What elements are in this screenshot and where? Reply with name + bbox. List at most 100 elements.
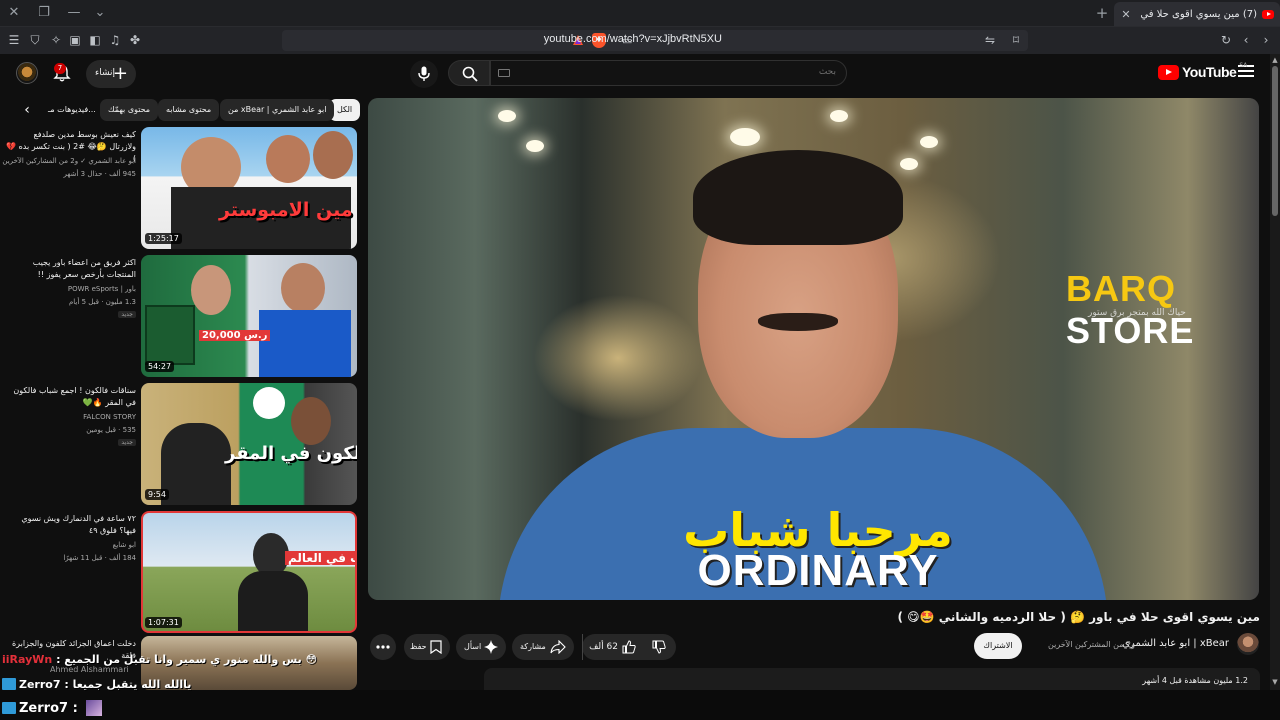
url-text: youtube.com/watch?v=xJjbvRtN5XU	[543, 33, 722, 45]
search-button[interactable]	[448, 60, 490, 86]
puzzle-icon[interactable]: ✤	[127, 32, 143, 48]
channel-avatar[interactable]	[1237, 633, 1259, 655]
thumb-face	[266, 135, 310, 183]
related-video-item[interactable]: ر.س 20,000 54:27 اكثر فريق من اعضاء باور…	[0, 255, 360, 377]
scroll-up-arrow-icon[interactable]: ▲	[1270, 56, 1280, 64]
forward-icon[interactable]: ›	[1258, 32, 1274, 48]
share-button[interactable]: مشاركة	[512, 634, 574, 660]
shirt-print-text: ORDINARY	[697, 546, 939, 595]
chip-similar[interactable]: محتوى مشابه	[158, 99, 220, 121]
search-input[interactable]: بحث	[490, 60, 847, 86]
close-tab-icon[interactable]: ✕	[1120, 8, 1132, 21]
thumb-shirt	[259, 310, 351, 377]
logo-wordmark: YouTube	[1182, 64, 1237, 80]
related-video-channel[interactable]: ابو شايع	[113, 541, 136, 549]
video-thumbnail[interactable]: فالكون في المقر	[141, 383, 357, 505]
scroll-down-arrow-icon[interactable]: ▼	[1270, 678, 1280, 686]
video-thumbnail[interactable]: أسعد شعب في العالم	[141, 511, 357, 633]
new-tab-button[interactable]: +	[1094, 4, 1110, 22]
bookmark-icon[interactable]: ⌑	[1008, 32, 1024, 48]
related-video-title[interactable]: ٧٢ ساعة في الدنمارك ويش نسوي فيها؟ فلوق …	[6, 513, 136, 537]
video-duration: 9:54	[145, 489, 169, 500]
sparkle-icon	[484, 640, 498, 654]
extensions-icon[interactable]: ✧	[48, 32, 64, 48]
plus-icon: +	[112, 63, 128, 84]
microphone-icon	[418, 66, 430, 81]
related-video-item[interactable]: أسعد شعب في العالم 1:07:31 ٧٢ ساعة في ال…	[0, 511, 360, 633]
tune-icon[interactable]: ⇋	[982, 32, 998, 48]
share-arrow-icon	[550, 640, 566, 654]
scrollbar-thumb[interactable]	[1272, 66, 1278, 216]
thumb-title-text: مين الامبوستر	[219, 199, 353, 221]
thumb-person	[238, 571, 308, 631]
new-badge: جديد	[118, 439, 136, 446]
browser-tab-active[interactable]: (7) مين يسوي اقوى حلا في باور 🤔 ✕	[1114, 2, 1280, 26]
youtube-header: YouTube SA بحث + إنشاء 7	[0, 54, 1270, 94]
thumb-price-tag: ر.س 20,000	[199, 330, 271, 341]
close-window-icon[interactable]: ✕	[4, 4, 24, 22]
thumbs-up-icon	[622, 640, 636, 654]
thumb-title-text: فالكون في المقر	[225, 443, 357, 464]
youtube-play-icon	[1158, 64, 1179, 80]
address-bar[interactable]: ♦ ▭ youtube.com/watch?v=xJjbvRtN5XU ⇋ ⌑	[282, 30, 1028, 51]
related-video-item[interactable]: مين الامبوستر 1:25:17 كيف نعيش بوسط مدين…	[0, 127, 360, 249]
like-dislike-group: 62 ألف	[582, 634, 676, 660]
view-count-date: 1.2 مليون مشاهدة قبل 4 أشهر	[1142, 676, 1248, 685]
back-icon[interactable]: ‹	[1238, 32, 1254, 48]
stream-chat-overlay: iiRayWn : بس والله منور ي سمير وانا تقبل…	[0, 650, 484, 720]
chip-more[interactable]: فيديوهات مـ...	[40, 99, 96, 121]
youtube-logo[interactable]: YouTube SA	[1158, 62, 1248, 80]
subscribe-button[interactable]: الاشتراك	[974, 633, 1022, 659]
video-thumbnail[interactable]: ر.س 20,000	[141, 255, 357, 377]
video-duration: 1:07:31	[145, 617, 182, 628]
verified-badge-icon	[2, 678, 16, 690]
chip-from-channel[interactable]: من xBear | ابو عابد الشمري	[220, 99, 335, 121]
ceiling-light	[498, 110, 516, 122]
chat-username: Zerro7	[19, 701, 69, 716]
chips-next-chevron-icon[interactable]: ‹	[18, 101, 36, 119]
related-video-title[interactable]: سناقات فالكون ! اجمع شباب فالكون في المق…	[6, 385, 136, 409]
dislike-button[interactable]	[642, 634, 676, 660]
related-video-title[interactable]: اكثر فريق من اعضاء باور يجيب المنتجات بأ…	[6, 257, 136, 281]
video-thumbnail[interactable]: مين الامبوستر	[141, 127, 357, 249]
thumb-face	[291, 397, 331, 445]
related-video-channel[interactable]: FALCON STORY	[83, 413, 136, 421]
related-video-meta: 945 ألف · حذال 3 أشهر	[63, 170, 136, 178]
tab-list-chevron-icon[interactable]: ⌄	[90, 4, 110, 22]
shield-outline-icon[interactable]: ⛉	[27, 32, 43, 48]
reload-icon[interactable]: ↻	[1218, 32, 1234, 48]
channel-collaborators: و2 من المشتركين الآخرين	[1048, 640, 1135, 649]
thumb-face	[281, 263, 325, 313]
related-video-meta: 184 ألف · قبل 11 شهرًا	[63, 554, 136, 562]
like-button[interactable]: 62 ألف	[582, 634, 642, 660]
tabs-icon[interactable]: ▣	[67, 32, 83, 48]
chat-username: Zerro7	[19, 678, 61, 691]
account-avatar[interactable]	[16, 62, 38, 84]
create-label: إنشاء	[95, 68, 116, 78]
ceiling-light	[526, 140, 544, 152]
thumb-face	[313, 131, 353, 179]
presenter-hair	[693, 150, 903, 245]
logo-country-code: SA	[1239, 62, 1248, 69]
voice-search-button[interactable]	[410, 60, 438, 88]
minimize-window-icon[interactable]: —	[64, 4, 84, 22]
keyboard-icon[interactable]	[498, 69, 510, 77]
create-button[interactable]: + إنشاء	[86, 60, 136, 88]
chip-interest[interactable]: محتوى بهمّك	[100, 99, 159, 121]
related-video-channel[interactable]: ابو عابد الشمري ✓ و2 من المشاركين الآخري…	[2, 157, 136, 165]
related-video-meta: 535 · قبل يومين	[86, 426, 136, 434]
channel-name[interactable]: xBear | ابو عابد الشمري	[1122, 638, 1229, 649]
ceiling-light	[920, 136, 938, 148]
related-video-channel[interactable]: باور | POWR eSports	[68, 285, 136, 293]
chat-message: Zerro7 :	[2, 700, 103, 716]
related-video-item[interactable]: فالكون في المقر 9:54 سناقات فالكون ! اجم…	[0, 383, 360, 505]
menu-icon[interactable]: ☰	[6, 32, 22, 48]
music-icon[interactable]: ♫	[107, 32, 123, 48]
restore-window-icon[interactable]: ❐	[34, 4, 54, 22]
page-scrollbar[interactable]	[1270, 54, 1280, 690]
thumbs-down-icon	[652, 640, 666, 654]
sidebar-icon[interactable]: ◧	[87, 32, 103, 48]
description-box[interactable]: 1.2 مليون مشاهدة قبل 4 أشهر	[484, 668, 1260, 690]
ceiling-light	[830, 110, 848, 122]
video-player[interactable]: مرحبا شباب ORDINARY BARQ STORE حياك الله…	[368, 98, 1259, 600]
